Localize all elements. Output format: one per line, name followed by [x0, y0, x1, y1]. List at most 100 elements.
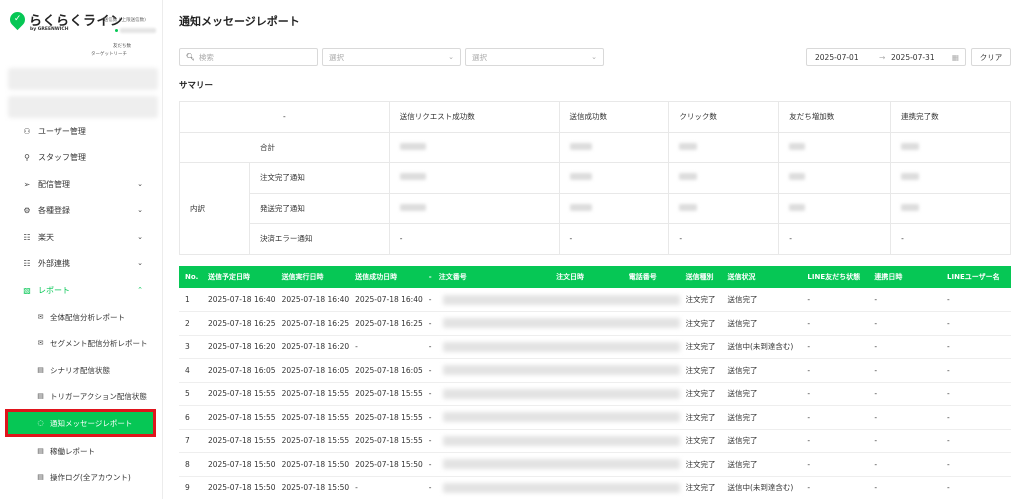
document-icon: ▤	[37, 473, 44, 481]
cell-type: 注文完了	[679, 311, 722, 336]
summary-header: 送信成功数	[558, 101, 670, 133]
chevron-down-icon: ⌄	[448, 53, 454, 61]
table-row[interactable]: 4 2025-07-18 16:05 2025-07-18 16:05 2025-07…	[179, 358, 1011, 383]
cell-friend-status: -	[801, 405, 869, 430]
redacted-value	[901, 173, 920, 181]
column-header[interactable]: 送信実行日時	[275, 266, 350, 288]
cell-succeeded-time: -	[349, 335, 423, 359]
sidebar-subitem-scenario-status[interactable]: ▤ シナリオ配信状態	[0, 359, 163, 381]
gear-icon: ⚙	[23, 205, 31, 215]
cell-type: 注文完了	[679, 335, 722, 359]
table-row[interactable]: 7 2025-07-18 15:55 2025-07-18 15:55 2025-07…	[179, 429, 1011, 453]
cell-line-username: -	[941, 452, 1011, 477]
date-range-picker[interactable]: 2025-07-01 → 2025-07-31 ▦	[806, 48, 966, 66]
date-from[interactable]: 2025-07-01	[815, 53, 859, 62]
cell-succeeded-time: -	[349, 476, 423, 499]
report-icon: ▧	[23, 285, 31, 295]
cell-succeeded-time: 2025-07-18 15:55	[349, 382, 423, 406]
cell-friend-status: -	[801, 335, 869, 359]
summary-cell	[890, 162, 1011, 194]
summary-cell	[558, 192, 670, 224]
cell-executed-time: 2025-07-18 15:50	[275, 476, 350, 499]
search-input[interactable]: 🔍︎ 検索	[179, 48, 318, 66]
send-icon: ➢	[23, 179, 31, 189]
sidebar-subitem-segment-report[interactable]: ✉ セグメント配信分析レポート	[0, 332, 163, 354]
summary-header: 連携完了数	[890, 101, 1011, 133]
search-placeholder: 検索	[198, 52, 214, 62]
cell-linked-time: -	[868, 405, 942, 430]
date-to[interactable]: 2025-07-31	[891, 53, 935, 62]
cell-dash: -	[422, 311, 433, 336]
cell-status: 送信中(未到達含む)	[721, 335, 802, 359]
sidebar-item-users[interactable]: ⚇ ユーザー管理	[0, 120, 163, 142]
cell-executed-time: 2025-07-18 15:55	[275, 429, 350, 453]
logo-check-icon: ✓	[6, 8, 29, 31]
redacted-value	[569, 173, 592, 181]
summary-cell: -	[388, 223, 560, 255]
sidebar-item-staff[interactable]: ⚲ スタッフ管理	[0, 146, 163, 168]
cell-scheduled-time: 2025-07-18 16:25	[201, 311, 276, 336]
link-icon: ☷	[23, 258, 31, 268]
sidebar-subitem-trigger-status[interactable]: ▤ トリガーアクション配信状態	[0, 385, 163, 407]
table-row[interactable]: 2 2025-07-18 16:25 2025-07-18 16:25 2025-07…	[179, 311, 1011, 336]
table-row[interactable]: 9 2025-07-18 15:50 2025-07-18 15:50- - 注文完了送…	[179, 476, 1011, 499]
cell-no: 5	[179, 382, 202, 406]
table-row[interactable]: 1 2025-07-18 16:40 2025-07-18 16:40 2025-07…	[179, 288, 1011, 312]
summary-header: 友だち増加数	[778, 101, 892, 133]
column-header[interactable]: LINE友だち状態	[801, 266, 869, 288]
sidebar-item-registration[interactable]: ⚙ 各種登録 ⌄	[0, 199, 163, 221]
cell-succeeded-time: 2025-07-18 15:50	[349, 452, 423, 477]
sidebar-subitem-label: 稼働レポート	[50, 446, 95, 456]
cell-line-username: -	[941, 476, 1011, 499]
column-header[interactable]: 電話番号	[622, 266, 680, 288]
cell-redacted	[432, 335, 680, 359]
column-header[interactable]: 送信状況	[721, 266, 802, 288]
clear-button[interactable]: クリア	[971, 48, 1011, 66]
cell-scheduled-time: 2025-07-18 16:40	[201, 288, 276, 312]
sidebar-subitem-notification-report[interactable]: ◌ 通知メッセージレポート	[5, 409, 156, 437]
column-header[interactable]: 送信予定日時	[201, 266, 276, 288]
redacted-value	[399, 173, 426, 181]
filter-select-2[interactable]: 選択 ⌄	[465, 48, 604, 66]
chevron-down-icon: ⌄	[137, 259, 143, 267]
column-header[interactable]: LINEユーザー名	[941, 266, 1011, 288]
redacted-value	[901, 142, 920, 150]
sidebar-item-delivery[interactable]: ➢ 配信管理 ⌄	[0, 173, 163, 195]
column-header[interactable]: 連携日時	[868, 266, 942, 288]
filter-select-1[interactable]: 選択 ⌄	[322, 48, 461, 66]
sidebar-subitem-overall-report[interactable]: ✉ 全体配信分析レポート	[0, 306, 163, 328]
table-row[interactable]: 3 2025-07-18 16:20 2025-07-18 16:20- - 注文完了送…	[179, 335, 1011, 359]
redacted-value	[789, 142, 806, 150]
sidebar-subitem-label: 全体配信分析レポート	[50, 312, 125, 322]
column-header[interactable]: 送信成功日時	[349, 266, 423, 288]
column-header[interactable]: 注文番号	[432, 266, 551, 288]
summary-cell	[558, 162, 670, 194]
sidebar-subitem-operation-report[interactable]: ▤ 稼働レポート	[0, 440, 163, 462]
cell-no: 1	[179, 288, 202, 312]
cell-redacted	[432, 429, 680, 453]
column-header[interactable]: 送信種別	[679, 266, 722, 288]
column-header[interactable]: -	[422, 266, 433, 288]
document-icon: ▤	[37, 366, 44, 374]
cell-no: 7	[179, 429, 202, 453]
sidebar-item-label: スタッフ管理	[38, 152, 86, 162]
cell-scheduled-time: 2025-07-18 16:05	[201, 358, 276, 383]
column-header[interactable]: No.	[179, 266, 202, 288]
cell-executed-time: 2025-07-18 16:40	[275, 288, 350, 312]
table-row[interactable]: 5 2025-07-18 15:55 2025-07-18 15:55 2025-07…	[179, 382, 1011, 406]
cell-executed-time: 2025-07-18 15:50	[275, 452, 350, 477]
column-header[interactable]: 注文日時	[550, 266, 623, 288]
table-row[interactable]: 8 2025-07-18 15:50 2025-07-18 15:50 2025-07…	[179, 452, 1011, 477]
cell-dash: -	[422, 335, 433, 359]
redacted-account-block	[8, 68, 158, 90]
cell-redacted	[432, 311, 680, 336]
sidebar-item-integration[interactable]: ☷ 外部連携 ⌄	[0, 252, 163, 274]
sidebar-item-rakuten[interactable]: ☷ 楽天 ⌄	[0, 226, 163, 248]
document-icon: ▤	[37, 447, 44, 455]
sidebar-subitem-operation-log[interactable]: ▤ 操作ログ(全アカウント)	[0, 466, 163, 488]
redacted-value	[679, 203, 698, 211]
brand-sub: by GREENWICH	[30, 27, 69, 32]
sidebar-item-report[interactable]: ▧ レポート ⌃	[0, 279, 163, 301]
table-row[interactable]: 6 2025-07-18 15:55 2025-07-18 15:55 2025-07…	[179, 405, 1011, 430]
cell-no: 2	[179, 311, 202, 336]
